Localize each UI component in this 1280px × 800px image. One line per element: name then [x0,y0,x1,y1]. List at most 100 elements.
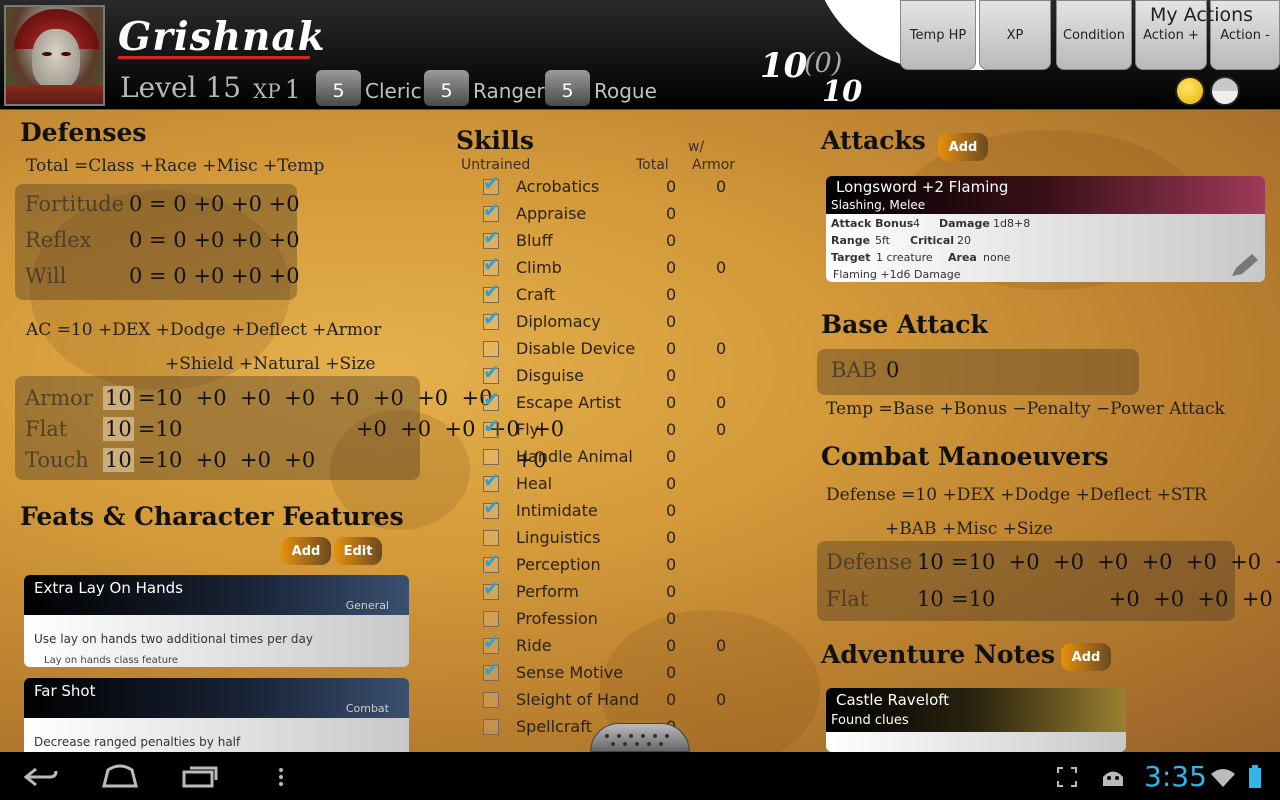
feat-source: Lay on hands class feature [44,655,179,666]
attack-bonus-label: Attack Bonus [831,217,914,230]
check-icon: ✔ [483,495,500,519]
will-values[interactable]: 0 = 0 +0 +0 +0 [129,264,300,288]
untrained-checkbox[interactable] [483,719,499,735]
class-name: Cleric [365,79,422,103]
untrained-checkbox[interactable] [483,692,499,708]
xp-value: 1 [284,75,301,104]
feat-description: Decrease ranged penalties by half [34,735,241,749]
ac-columns-1: AC =10 +DEX +Dodge +Deflect +Armor [26,320,382,340]
touch-label: Touch [25,448,89,472]
flat-total[interactable]: 10 [103,417,134,441]
skill-row[interactable]: ✔ Perception 0 [482,549,762,579]
note-card[interactable]: Castle Raveloft Found clues [826,688,1126,752]
fortitude-label: Fortitude [25,192,125,216]
skill-row[interactable]: ✔ Climb 0 0 [482,252,762,282]
base-attack-title: Base Attack [821,310,988,339]
untrained-checkbox[interactable] [483,341,499,357]
untrained-checkbox[interactable] [483,449,499,465]
class-name: Rogue [594,79,657,103]
skill-name: Bluff [516,231,553,250]
name-underline [118,56,310,59]
status-clock: 3:35 [1144,760,1207,793]
feat-card[interactable]: Far Shot Combat Decrease ranged penaltie… [24,678,409,752]
skill-row[interactable]: Linguistics 0 [482,525,762,552]
skill-name: Handle Animal [516,447,633,466]
reflex-values[interactable]: 0 = 0 +0 +0 +0 [129,228,300,252]
skill-row[interactable]: ✔ Diplomacy 0 [482,306,762,336]
check-icon: ✔ [483,549,500,573]
skill-armor-total: 0 [716,636,727,655]
scroll-handle[interactable] [590,723,690,752]
home-icon[interactable] [100,764,140,788]
skill-row[interactable]: ✔ Disguise 0 [482,360,762,390]
action-dot-half[interactable] [1210,76,1240,106]
skill-name: Profession [516,609,598,628]
skill-row[interactable]: ✔ Perform 0 [482,576,762,606]
skill-row[interactable]: ✔ Craft 0 [482,279,762,309]
skill-name: Heal [516,474,553,493]
character-portrait[interactable] [4,5,105,106]
skill-row[interactable]: ✔ Appraise 0 [482,198,762,228]
skill-total: 0 [666,258,677,277]
edit-feats-button[interactable]: Edit [334,537,382,565]
skill-row[interactable]: Disable Device 0 0 [482,336,762,363]
touch-total[interactable]: 10 [103,448,134,472]
skill-row[interactable]: Profession 0 [482,606,762,633]
skill-armor-total: 0 [716,420,727,439]
back-icon[interactable] [22,766,60,788]
reflex-label: Reflex [25,228,92,252]
edit-pencil-icon[interactable] [1228,252,1260,280]
skill-row[interactable]: ✔ Fly 0 0 [482,414,762,444]
range-label: Range [831,234,871,247]
skill-name: Appraise [516,204,587,223]
recent-apps-icon[interactable] [182,766,220,788]
cm-flat-total[interactable]: 10 [917,587,944,611]
armor-total[interactable]: 10 [103,386,134,410]
character-name[interactable]: Grishnak [118,14,326,60]
skill-name: Linguistics [516,528,601,547]
attack-bonus-value: 4 [913,217,920,230]
check-icon: ✔ [483,198,500,222]
adventure-notes-title: Adventure Notes [821,640,1056,669]
skill-row[interactable]: ✔ Sense Motive 0 [482,657,762,687]
fullscreen-icon[interactable] [1056,766,1078,788]
skill-name: Craft [516,285,556,304]
bab-value[interactable]: 0 [886,358,899,382]
skill-row[interactable]: ✔ Intimidate 0 [482,495,762,525]
skill-row[interactable]: ✔ Ride 0 0 [482,630,762,660]
xp-button[interactable]: XP [979,0,1051,70]
add-feat-button[interactable]: Add [281,537,331,565]
skill-row[interactable]: ✔ Acrobatics 0 0 [482,171,762,201]
untrained-checkbox[interactable] [483,530,499,546]
untrained-checkbox[interactable] [483,611,499,627]
cm-defense-label: Defense [826,550,913,574]
area-label: Area [948,251,977,264]
menu-icon[interactable] [276,766,286,788]
action-dot-full[interactable] [1175,76,1205,106]
skill-row[interactable]: ✔ Escape Artist 0 0 [482,387,762,417]
attack-card[interactable]: Longsword +2 Flaming Slashing, Melee Att… [826,176,1265,282]
skill-row[interactable]: ✔ Heal 0 [482,468,762,498]
check-icon: ✔ [483,468,500,492]
fortitude-values[interactable]: 0 = 0 +0 +0 +0 [129,192,300,216]
cm-defense-total[interactable]: 10 [917,550,944,574]
class-ranger[interactable]: 5 Ranger [424,70,545,106]
class-cleric[interactable]: 5 Cleric [316,70,422,106]
add-attack-button[interactable]: Add [938,133,988,161]
attack-name: Longsword +2 Flaming [836,178,1009,196]
skill-name: Fly [516,420,540,439]
skill-total: 0 [666,231,677,250]
hp-current[interactable]: 10 [760,46,807,86]
condition-button[interactable]: Condition [1056,0,1132,70]
skill-row[interactable]: ✔ Bluff 0 [482,225,762,255]
add-note-button[interactable]: Add [1061,643,1111,671]
temp-hp-button[interactable]: Temp HP [900,0,976,70]
skill-row[interactable]: Sleight of Hand 0 0 [482,687,762,714]
check-icon: ✔ [483,225,500,249]
feat-card[interactable]: Extra Lay On Hands General Use lay on ha… [24,575,409,667]
feat-name: Far Shot [34,682,96,700]
class-rogue[interactable]: 5 Rogue [545,70,657,106]
skill-total: 0 [666,582,677,601]
skill-total: 0 [666,636,677,655]
skill-row[interactable]: Handle Animal 0 [482,444,762,471]
